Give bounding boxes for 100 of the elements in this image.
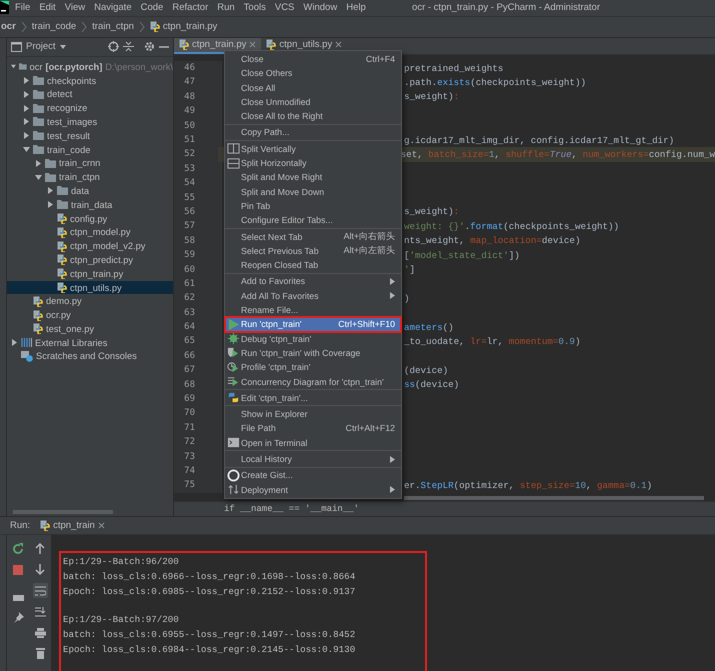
menu-item[interactable]: Profile 'ctpn_train' <box>225 360 401 374</box>
menu-item[interactable]: File Path Ctrl+Alt+F12 <box>225 421 401 436</box>
menu-item[interactable]: Run <box>217 2 235 14</box>
menu-item[interactable]: Split and Move Down <box>225 184 401 199</box>
tree-item[interactable]: test_result <box>7 128 173 143</box>
collapse-all-icon[interactable] <box>123 41 134 52</box>
expand-arrow-icon[interactable] <box>35 174 42 181</box>
python-file-icon <box>57 213 67 224</box>
menu-item[interactable]: Code <box>140 2 164 14</box>
code-breadcrumb[interactable]: if __name__ == '__main__' <box>224 504 360 514</box>
tree-item[interactable]: config.py <box>7 212 173 226</box>
soft-wrap-icon[interactable] <box>32 583 48 598</box>
tree-item[interactable]: checkpoints <box>7 74 173 88</box>
dropdown-caret-icon[interactable] <box>60 44 66 49</box>
menu-item[interactable]: File <box>15 2 30 14</box>
tree-item[interactable]: External Libraries <box>7 336 173 350</box>
menu-item[interactable]: Open in Terminal <box>225 436 401 450</box>
menu-item[interactable]: Deployment <box>225 482 401 497</box>
menu-item[interactable]: Show in Explorer <box>225 406 401 422</box>
menu-item[interactable]: Configure Editor Tabs... <box>225 213 401 228</box>
menu-item[interactable]: Close Others <box>225 66 401 80</box>
panel-title[interactable]: Project <box>26 41 56 52</box>
menu-item[interactable]: Close All to the Right <box>225 109 401 124</box>
run-tab[interactable]: ctpn_train <box>40 520 105 531</box>
print-icon[interactable] <box>32 625 48 640</box>
scroll-to-end-icon[interactable] <box>32 604 48 619</box>
expand-arrow-icon[interactable] <box>23 146 30 154</box>
breadcrumb-item[interactable]: ocr <box>1 21 16 32</box>
scrollbar-thumb[interactable] <box>404 496 704 500</box>
close-icon[interactable] <box>249 41 256 48</box>
tree-item[interactable]: ocr [ocr.pytorch] D:\person_work\ <box>7 60 173 74</box>
menu-item[interactable]: Rename File... <box>225 302 401 318</box>
tree-item[interactable]: ctpn_predict.py <box>7 253 173 267</box>
menu-item[interactable]: Edit <box>39 2 56 14</box>
menu-item[interactable]: Concurrency Diagram for 'ctpn_train' <box>225 374 401 389</box>
tree-item[interactable]: ocr.py <box>7 308 173 322</box>
down-arrow-icon[interactable] <box>32 562 48 577</box>
tree-item[interactable]: test_images <box>7 115 173 129</box>
tree-item[interactable]: ctpn_model_v2.py <box>7 239 173 254</box>
tree-item[interactable]: train_code <box>7 142 173 156</box>
close-icon[interactable] <box>98 522 105 529</box>
layout-icon[interactable] <box>10 589 26 604</box>
tree-item[interactable]: demo.py <box>7 294 173 308</box>
tree-item[interactable]: ctpn_utils.py <box>7 280 173 294</box>
menu-item[interactable]: Add to Favorites <box>225 274 401 289</box>
code-line: .path.exists(checkpoints_weight)) <box>404 76 586 88</box>
menu-item[interactable]: Tools <box>244 2 266 14</box>
menu-item[interactable]: Copy Path... <box>225 125 401 140</box>
rerun-icon[interactable] <box>10 541 26 556</box>
window-title: ocr - ctpn_train.py - PyCharm - Administrator <box>412 2 600 14</box>
menu-item[interactable]: Close All <box>225 80 401 95</box>
menu-item[interactable]: Local History <box>225 452 401 466</box>
collapse-arrow-icon[interactable] <box>35 160 42 167</box>
close-icon[interactable] <box>335 41 342 48</box>
tree-item[interactable]: train_ctpn <box>7 170 173 184</box>
menu-item[interactable]: Run 'ctpn_train' with Coverage <box>225 346 401 360</box>
menu-item[interactable]: Close Unmodified <box>225 94 401 110</box>
tree-item[interactable]: ctpn_model.py <box>7 225 173 240</box>
line-number: 51 <box>183 135 195 145</box>
tree-item[interactable]: detect <box>7 87 173 102</box>
libraries-icon <box>21 338 32 348</box>
shortcut-label: Ctrl+Alt+F12 <box>346 423 395 434</box>
python-file-icon <box>33 310 43 321</box>
menu-item[interactable]: Refactor <box>172 2 208 14</box>
menu-item[interactable]: Select Next Tab Alt+向右箭头 <box>225 229 401 244</box>
menu-item[interactable]: Split Horizontally <box>225 156 401 170</box>
breadcrumb-item[interactable]: ctpn_train.py <box>162 21 218 32</box>
locate-icon[interactable] <box>108 41 119 52</box>
breadcrumb-item[interactable]: train_code <box>32 21 76 32</box>
menu-item[interactable]: Create Gist... <box>225 468 401 482</box>
menu-item[interactable]: View <box>64 2 86 14</box>
menu-item[interactable]: Split and Move Right <box>225 170 401 185</box>
settings-icon[interactable] <box>144 41 155 52</box>
breadcrumb-item[interactable]: train_ctpn <box>92 21 134 32</box>
tree-item[interactable]: train_data <box>7 198 173 212</box>
menu-item[interactable]: Help <box>346 2 366 14</box>
up-arrow-icon[interactable] <box>32 541 48 556</box>
menu-item[interactable]: Split Vertically <box>225 142 401 156</box>
stop-icon[interactable] <box>10 562 26 577</box>
tree-item[interactable]: ctpn_train.py <box>7 266 173 281</box>
menu-item[interactable]: Pin Tab <box>225 198 401 214</box>
tree-item-label: External Libraries <box>35 338 108 348</box>
python-file-icon <box>179 39 189 50</box>
menu-item[interactable]: Run 'ctpn_train' Ctrl+Shift+F10 <box>225 317 401 332</box>
menu-item[interactable]: Add All To Favorites <box>225 288 401 303</box>
menu-item[interactable]: Close Ctrl+F4 <box>225 52 401 66</box>
tree-item[interactable]: recognize <box>7 101 173 116</box>
tree-item[interactable]: train_crnn <box>7 156 173 170</box>
menu-item[interactable]: Window <box>303 2 338 14</box>
tree-item[interactable]: data <box>7 184 173 198</box>
collapse-arrow-icon[interactable] <box>11 339 18 346</box>
menu-item[interactable]: Navigate <box>94 2 132 14</box>
expand-arrow-icon[interactable] <box>11 63 16 70</box>
menu-item[interactable]: Select Previous Tab Alt+向左箭头 <box>225 244 401 258</box>
menu-item[interactable]: Reopen Closed Tab <box>225 258 401 272</box>
menu-item[interactable]: Debug 'ctpn_train' <box>225 332 401 346</box>
menu-item[interactable]: VCS <box>274 2 294 14</box>
tree-item[interactable]: test_one.py <box>7 322 173 336</box>
menu-item[interactable]: Edit 'ctpn_train'... <box>225 390 401 405</box>
tree-item[interactable]: Scratches and Consoles <box>7 350 173 364</box>
